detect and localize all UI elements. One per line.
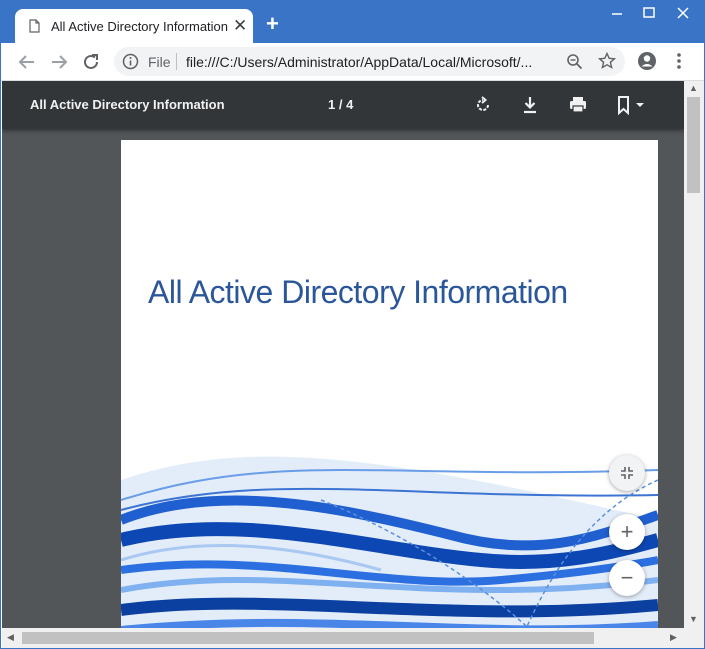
back-icon[interactable] [15,50,39,74]
tab-title: All Active Directory Information [51,19,229,34]
pdf-title: All Active Directory Information [30,97,225,112]
fit-page-icon [621,467,633,479]
scroll-up-arrow-icon[interactable]: ▲ [689,83,698,93]
bookmark-star-icon[interactable] [598,52,616,70]
new-tab-button[interactable]: + [266,13,279,35]
zoom-in-button[interactable]: + [609,514,645,550]
vertical-scrollbar[interactable]: ▲ ▼ [684,81,704,628]
pdf-toolbar: All Active Directory Information 1 / 4 [2,81,684,129]
minimize-icon[interactable] [601,3,633,23]
bookmark-icon[interactable] [614,94,648,116]
page-indicator[interactable]: 1 / 4 [328,97,353,112]
more-menu-icon[interactable] [671,51,687,71]
blue-wave-graphic [121,456,658,628]
pdf-viewer: All Active Directory Information 1 / 4 A… [2,81,684,628]
scroll-left-arrow-icon[interactable]: ◀ [7,632,14,643]
url-text[interactable]: file:///C:/Users/Administrator/AppData/L… [186,54,532,70]
pdf-page: All Active Directory Information [121,140,658,628]
forward-icon[interactable] [47,50,71,74]
download-icon[interactable] [519,94,541,116]
scroll-right-arrow-icon[interactable]: ▶ [670,632,677,643]
print-icon[interactable] [567,94,589,116]
reload-icon[interactable] [79,50,103,74]
horizontal-scrollbar[interactable]: ◀ ▶ [2,628,684,648]
account-icon[interactable] [637,51,657,71]
zoom-magnifier-icon[interactable] [566,53,583,70]
document-heading: All Active Directory Information [148,274,568,310]
zoom-in-icon: + [620,519,634,544]
vertical-scroll-thumb[interactable] [687,97,700,193]
scrollbar-corner [684,628,704,648]
fit-to-page-button[interactable] [609,455,645,491]
zoom-out-button[interactable]: − [609,560,645,596]
tab-pdf[interactable]: All Active Directory Information ✕ [15,9,253,43]
close-window-icon[interactable] [667,3,699,23]
browser-window: All Active Directory Information ✕ + Fil… [0,0,705,649]
tab-strip: All Active Directory Information ✕ + [1,1,704,43]
rotate-icon[interactable] [472,94,494,116]
maximize-icon[interactable] [633,3,665,23]
info-icon[interactable] [122,53,139,70]
address-bar[interactable]: File file:///C:/Users/Administrator/AppD… [114,47,625,76]
browser-toolbar: File file:///C:/Users/Administrator/AppD… [1,43,704,81]
address-separator [176,53,177,70]
zoom-out-icon: − [620,565,634,590]
scroll-down-arrow-icon[interactable]: ▼ [689,614,698,624]
horizontal-scroll-thumb[interactable] [22,632,594,644]
tab-close-icon[interactable]: ✕ [233,17,247,34]
document-icon [29,19,40,33]
scheme-label: File [148,54,171,70]
